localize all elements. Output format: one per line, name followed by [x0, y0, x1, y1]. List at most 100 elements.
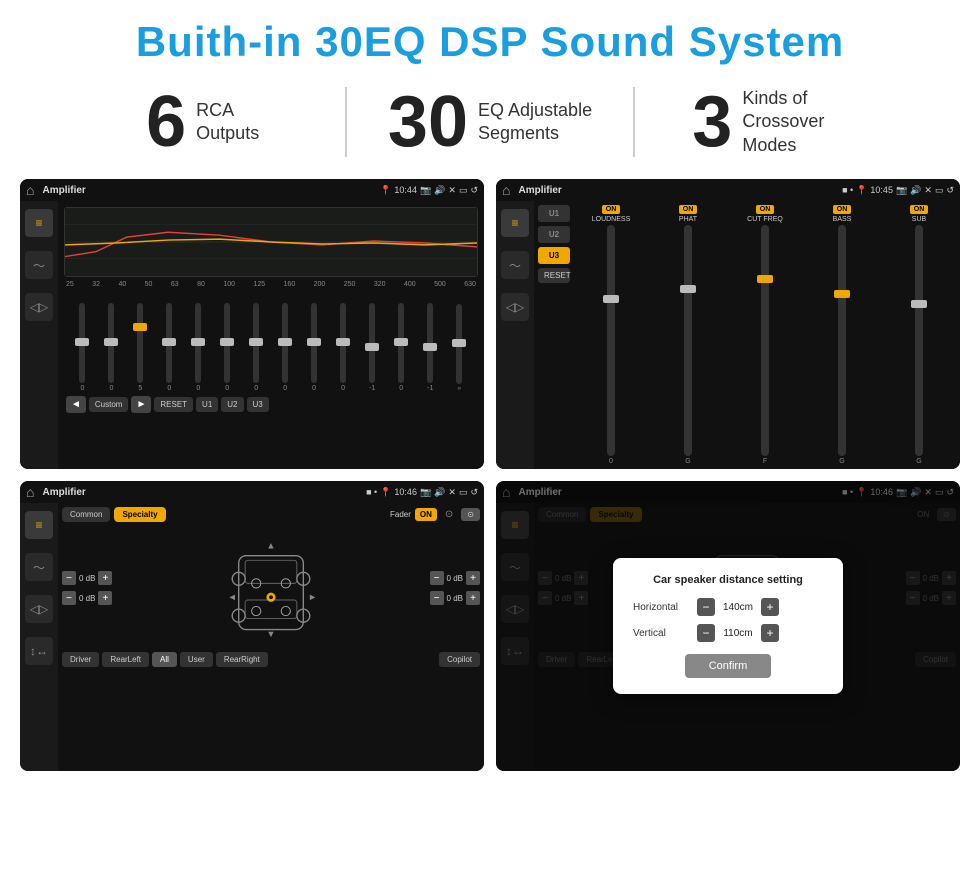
close-icon-3: ✕ [448, 487, 456, 498]
svg-text:▲: ▲ [266, 540, 275, 550]
amp-main: U1 U2 U3 RESET ON LOUDNESS 0 [534, 201, 960, 469]
freq-630: 630 [464, 281, 476, 288]
eq-next-btn[interactable]: ► [131, 396, 151, 413]
cutfreq-slider[interactable] [761, 225, 769, 456]
dot-icon-3: ■ • [366, 487, 377, 497]
stat-eq-number: 30 [388, 86, 468, 158]
db-plus-fl2[interactable]: + [98, 591, 112, 605]
specialty-tab[interactable]: Specialty [114, 507, 165, 522]
loudness-slider[interactable] [607, 225, 615, 456]
vertical-minus-btn[interactable]: − [697, 624, 715, 642]
home-icon-3[interactable]: ⌂ [26, 484, 34, 500]
bass-slider[interactable] [838, 225, 846, 456]
all-btn[interactable]: All [152, 652, 177, 667]
eq-slider-8: 0 [282, 303, 288, 392]
close-icon-2: ✕ [924, 185, 932, 196]
db-minus-fr2[interactable]: − [430, 591, 444, 605]
freq-125: 125 [253, 281, 265, 288]
freq-100: 100 [223, 281, 235, 288]
status-icons-1: 📍 10:44 📷 🔊 ✕ ▭ ↺ [380, 185, 478, 196]
freq-320: 320 [374, 281, 386, 288]
amp-reset-btn[interactable]: RESET [538, 268, 570, 283]
loudness-label: LOUDNESS [592, 216, 631, 223]
amp-controls: ON LOUDNESS 0 ON PHAT G [574, 205, 956, 465]
screen-fader: ⌂ Amplifier ■ • 📍 10:46 📷 🔊 ✕ ▭ ↺ ≡ 〜 ◁▷… [20, 481, 484, 771]
user-btn[interactable]: User [180, 652, 213, 667]
svg-text:▼: ▼ [266, 629, 275, 639]
back-icon-1[interactable]: ↺ [470, 185, 478, 196]
battery-icon-2: ▭ [935, 185, 944, 196]
vertical-plus-btn[interactable]: + [761, 624, 779, 642]
preset-u1-btn[interactable]: U1 [538, 205, 570, 222]
arrows-icon-3[interactable]: ↕↔ [25, 637, 53, 665]
camera-icon-3: 📷 [420, 487, 431, 498]
stat-crossover-number: 3 [692, 86, 732, 158]
horizontal-minus-btn[interactable]: − [697, 598, 715, 616]
preset-u3-btn[interactable]: U3 [538, 247, 570, 264]
preset-u2-btn[interactable]: U2 [538, 226, 570, 243]
speaker-icon[interactable]: ◁▷ [25, 293, 53, 321]
stats-row: 6 RCAOutputs 30 EQ AdjustableSegments 3 … [0, 76, 980, 173]
location-icon-3: 📍 [380, 487, 391, 498]
side-icons-2: ≡ 〜 ◁▷ [496, 201, 534, 469]
fader-on-btn[interactable]: ON [415, 508, 437, 521]
freq-25: 25 [66, 281, 74, 288]
eq-u2-btn[interactable]: U2 [221, 397, 243, 412]
fader-bottom: Driver RearLeft All User RearRight Copil… [62, 652, 480, 667]
eq-icon-2[interactable]: ≡ [501, 209, 529, 237]
speaker-icon-2[interactable]: ◁▷ [501, 293, 529, 321]
volume-icon-2: 🔊 [910, 185, 921, 196]
wave-icon-2[interactable]: 〜 [501, 251, 529, 279]
horizontal-label: Horizontal [633, 602, 693, 613]
eq-u3-btn[interactable]: U3 [247, 397, 269, 412]
fader-left-controls: − 0 dB + − 0 dB + [62, 571, 112, 605]
wave-icon-3[interactable]: 〜 [25, 553, 53, 581]
db-minus-fl1[interactable]: − [62, 571, 76, 585]
rearright-btn[interactable]: RearRight [216, 652, 268, 667]
svg-text:◄: ◄ [228, 592, 237, 602]
sub-slider[interactable] [915, 225, 923, 456]
volume-icon-1: 🔊 [434, 185, 445, 196]
db-plus-fr1[interactable]: + [466, 571, 480, 585]
sub-label: SUB [912, 216, 926, 223]
time-3: 10:46 [394, 487, 417, 497]
db-plus-fr2[interactable]: + [466, 591, 480, 605]
eq-prev-btn[interactable]: ◄ [66, 396, 86, 413]
speaker-icon-3[interactable]: ◁▷ [25, 595, 53, 623]
confirm-btn[interactable]: Confirm [685, 654, 772, 678]
svg-text:►: ► [308, 592, 317, 602]
wave-icon[interactable]: 〜 [25, 251, 53, 279]
volume-icon-3: 🔊 [434, 487, 445, 498]
back-icon-2[interactable]: ↺ [946, 185, 954, 196]
cutfreq-on: ON [756, 205, 775, 214]
side-icons-1: ≡ 〜 ◁▷ [20, 201, 58, 469]
common-tab[interactable]: Common [62, 507, 110, 522]
back-icon-3[interactable]: ↺ [470, 487, 478, 498]
side-icons-3: ≡ 〜 ◁▷ ↕↔ [20, 503, 58, 771]
driver-btn[interactable]: Driver [62, 652, 99, 667]
eq-slider-9: 0 [311, 303, 317, 392]
phat-slider[interactable] [684, 225, 692, 456]
eq-custom-btn[interactable]: Custom [89, 397, 129, 412]
db-value-fr1: 0 dB [447, 574, 463, 583]
db-minus-fr1[interactable]: − [430, 571, 444, 585]
home-icon-2[interactable]: ⌂ [502, 182, 510, 198]
db-plus-fl1[interactable]: + [98, 571, 112, 585]
horizontal-plus-btn[interactable]: + [761, 598, 779, 616]
home-icon-1[interactable]: ⌂ [26, 182, 34, 198]
eq-reset-btn[interactable]: RESET [154, 397, 193, 412]
status-bar-3: ⌂ Amplifier ■ • 📍 10:46 📷 🔊 ✕ ▭ ↺ [20, 481, 484, 503]
screen2-content: ≡ 〜 ◁▷ U1 U2 U3 RESET ON LOUDNESS [496, 201, 960, 469]
cutfreq-label: CUT FREQ [747, 216, 783, 223]
freq-250: 250 [344, 281, 356, 288]
db-minus-fl2[interactable]: − [62, 591, 76, 605]
eq-icon[interactable]: ≡ [25, 209, 53, 237]
phat-col: ON PHAT G [651, 205, 725, 465]
dialog-horizontal-row: Horizontal − 140cm + [633, 598, 823, 616]
eq-icon-3[interactable]: ≡ [25, 511, 53, 539]
loudness-on: ON [602, 205, 621, 214]
copilot-btn[interactable]: Copilot [439, 652, 480, 667]
rearleft-btn[interactable]: RearLeft [102, 652, 149, 667]
eq-slider-2: 0 [108, 303, 114, 392]
eq-u1-btn[interactable]: U1 [196, 397, 218, 412]
